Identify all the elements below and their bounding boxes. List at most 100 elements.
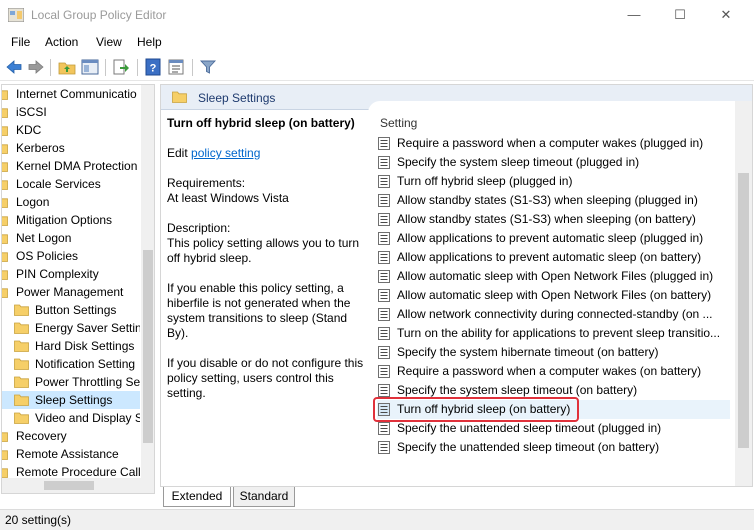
tree-item[interactable]: Video and Display S: [2, 409, 140, 427]
folder-icon: [2, 144, 8, 154]
policy-setting-icon: [378, 194, 390, 207]
tree-item-label: Button Settings: [35, 303, 117, 317]
setting-row[interactable]: Turn on the ability for applications to …: [377, 324, 730, 343]
menu-view[interactable]: View: [96, 35, 122, 49]
folder-icon: [2, 252, 8, 262]
toolbar: ?: [0, 54, 754, 81]
setting-row[interactable]: Require a password when a computer wakes…: [377, 362, 730, 381]
menu-help[interactable]: Help: [137, 35, 162, 49]
policy-setting-icon: [378, 308, 390, 321]
folder-icon: [2, 432, 8, 442]
tree-item[interactable]: iSCSI: [2, 103, 140, 121]
tree-item[interactable]: Notification Setting: [2, 355, 140, 373]
setting-row[interactable]: Allow network connectivity during connec…: [377, 305, 730, 324]
policy-setting-icon: [378, 156, 390, 169]
setting-row[interactable]: Allow standby states (S1-S3) when sleepi…: [377, 191, 730, 210]
tree-horizontal-scrollbar[interactable]: [2, 478, 154, 493]
folder-icon: [2, 216, 8, 226]
tree-vertical-scrollbar[interactable]: [141, 85, 154, 478]
tree-item-label: Remote Assistance: [16, 447, 119, 461]
tree-item[interactable]: Recovery: [2, 427, 140, 445]
setting-label: Allow applications to prevent automatic …: [397, 250, 702, 264]
forward-arrow-icon[interactable]: [27, 58, 45, 76]
requirements-label: Requirements:: [167, 176, 246, 190]
setting-row[interactable]: Specify the system hibernate timeout (on…: [377, 343, 730, 362]
menu-bar: File Action View Help: [0, 31, 754, 53]
tree-item[interactable]: Sleep Settings: [2, 391, 140, 409]
tree-item[interactable]: Power Throttling Se: [2, 373, 140, 391]
maximize-button[interactable]: ☐: [657, 0, 703, 30]
tree-item[interactable]: Power Management: [2, 283, 140, 301]
up-folder-icon[interactable]: [58, 58, 76, 76]
setting-row[interactable]: Allow automatic sleep with Open Network …: [377, 267, 730, 286]
tree-item-label: Recovery: [16, 429, 67, 443]
column-header-setting[interactable]: Setting: [380, 116, 417, 130]
description-pane: Turn off hybrid sleep (on battery) Edit …: [161, 111, 373, 486]
setting-row[interactable]: Allow automatic sleep with Open Network …: [377, 286, 730, 305]
setting-label: Require a password when a computer wakes…: [397, 136, 704, 150]
tab-extended[interactable]: Extended: [163, 487, 231, 507]
setting-row[interactable]: Allow applications to prevent automatic …: [377, 229, 730, 248]
tree-item[interactable]: Mitigation Options: [2, 211, 140, 229]
tree-hscroll-thumb[interactable]: [44, 481, 94, 490]
setting-label: Turn on the ability for applications to …: [397, 326, 721, 340]
policy-setting-icon: [378, 365, 390, 378]
export-list-icon[interactable]: [112, 58, 130, 76]
close-button[interactable]: ✕: [703, 0, 749, 30]
setting-row[interactable]: Turn off hybrid sleep (plugged in): [377, 172, 730, 191]
setting-row[interactable]: Specify the system sleep timeout (plugge…: [377, 153, 730, 172]
folder-icon: [14, 358, 29, 370]
tree-item[interactable]: KDC: [2, 121, 140, 139]
properties-icon[interactable]: [167, 58, 185, 76]
tree-item[interactable]: Button Settings: [2, 301, 140, 319]
menu-file[interactable]: File: [11, 35, 30, 49]
folder-icon: [2, 288, 8, 298]
edit-policy-link[interactable]: policy setting: [191, 146, 260, 160]
setting-row[interactable]: Specify the unattended sleep timeout (on…: [377, 438, 730, 457]
settings-vertical-scrollbar[interactable]: [735, 101, 752, 486]
tree-item[interactable]: Logon: [2, 193, 140, 211]
tree-item-label: Energy Saver Setting: [35, 321, 140, 335]
policy-setting-icon: [378, 327, 390, 340]
tree-item[interactable]: Kerberos: [2, 139, 140, 157]
settings-list: Setting Require a password when a comput…: [368, 101, 752, 486]
tab-standard[interactable]: Standard: [233, 487, 295, 507]
panel-header-title: Sleep Settings: [198, 91, 276, 105]
policy-setting-icon: [378, 213, 390, 226]
folder-icon: [172, 91, 187, 103]
group-policy-app-icon: [8, 8, 24, 22]
tree-item[interactable]: Net Logon: [2, 229, 140, 247]
tree-item-label: Notification Setting: [35, 357, 136, 371]
tree-scroll-thumb[interactable]: [143, 250, 153, 443]
tree-item[interactable]: Hard Disk Settings: [2, 337, 140, 355]
description-text-3: If you disable or do not configure this …: [167, 356, 364, 400]
tree-item[interactable]: Internet Communicatio: [2, 85, 140, 103]
folder-icon: [14, 412, 29, 424]
tree-item[interactable]: Kernel DMA Protection: [2, 157, 140, 175]
tree-item[interactable]: OS Policies: [2, 247, 140, 265]
tree-item[interactable]: Energy Saver Setting: [2, 319, 140, 337]
minimize-button[interactable]: —: [611, 0, 657, 30]
tree-item[interactable]: PIN Complexity: [2, 265, 140, 283]
highlight-annotation: [373, 397, 579, 422]
requirements-value: At least Windows Vista: [167, 191, 289, 205]
tree-item-label: Locale Services: [16, 177, 101, 191]
window-title: Local Group Policy Editor: [31, 8, 167, 22]
tree-item[interactable]: Remote Assistance: [2, 445, 140, 463]
show-hide-tree-icon[interactable]: [81, 58, 99, 76]
setting-row[interactable]: Allow applications to prevent automatic …: [377, 248, 730, 267]
help-icon[interactable]: ?: [144, 58, 162, 76]
setting-label: Specify the system hibernate timeout (on…: [397, 345, 659, 359]
tree-item-label: Kernel DMA Protection: [16, 159, 138, 173]
edit-line: Edit policy setting: [167, 146, 367, 161]
description-text-1: This policy setting allows you to turn o…: [167, 236, 360, 265]
filter-icon[interactable]: [199, 58, 217, 76]
tree-item[interactable]: Locale Services: [2, 175, 140, 193]
tree-item-label: PIN Complexity: [16, 267, 99, 281]
back-arrow-icon[interactable]: [5, 58, 23, 76]
setting-row[interactable]: Allow standby states (S1-S3) when sleepi…: [377, 210, 730, 229]
policy-setting-icon: [378, 441, 390, 454]
setting-row[interactable]: Require a password when a computer wakes…: [377, 134, 730, 153]
settings-scroll-thumb[interactable]: [738, 173, 749, 448]
menu-action[interactable]: Action: [45, 35, 78, 49]
